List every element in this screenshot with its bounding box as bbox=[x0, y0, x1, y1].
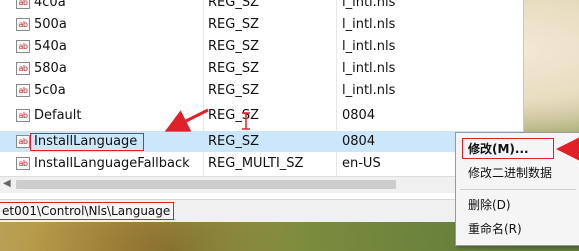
registry-value-row[interactable]: ab InstallLanguageFallback REG_MULTI_SZ e… bbox=[0, 153, 523, 174]
value-data: l_intl.nls bbox=[342, 17, 396, 32]
value-data: 0804 bbox=[342, 134, 376, 149]
value-type: REG_SZ bbox=[208, 108, 259, 123]
menu-item-delete[interactable]: 删除(D) bbox=[468, 195, 511, 215]
menu-item-modify-binary[interactable]: 修改二进制数据 bbox=[468, 163, 552, 183]
menu-separator bbox=[460, 189, 576, 190]
value-name: Default bbox=[34, 108, 82, 123]
value-name: 4c0a bbox=[34, 0, 66, 10]
registry-value-row[interactable]: ab 540a REG_SZ l_intl.nls bbox=[0, 36, 523, 57]
value-type: REG_SZ bbox=[208, 17, 259, 32]
horizontal-scrollbar[interactable]: ◀ bbox=[0, 176, 523, 193]
context-menu: 修改(M)... 修改二进制数据 删除(D) 重命名(R) bbox=[455, 132, 579, 246]
registry-value-row[interactable]: ab 4c0a REG_SZ l_intl.nls bbox=[0, 0, 523, 13]
string-value-icon: ab bbox=[16, 40, 30, 53]
registry-path: et001\Control\Nls\Language bbox=[0, 202, 175, 220]
value-name: InstallLanguageFallback bbox=[34, 156, 190, 171]
value-type: REG_SZ bbox=[208, 134, 259, 149]
string-value-icon: ab bbox=[16, 84, 30, 97]
value-data: 0804 bbox=[342, 108, 376, 123]
value-type: REG_SZ bbox=[208, 83, 259, 98]
registry-value-row[interactable]: ab 5c0a REG_SZ l_intl.nls bbox=[0, 80, 523, 101]
value-data: l_intl.nls bbox=[342, 83, 396, 98]
value-name: 580a bbox=[34, 61, 67, 76]
registry-value-row[interactable]: ab 580a REG_SZ l_intl.nls bbox=[0, 58, 523, 79]
value-data: l_intl.nls bbox=[342, 39, 396, 54]
status-bar: et001\Control\Nls\Language bbox=[0, 199, 523, 222]
value-type: REG_MULTI_SZ bbox=[208, 156, 304, 171]
value-type: REG_SZ bbox=[208, 39, 259, 54]
string-value-icon: ab bbox=[16, 0, 30, 9]
value-name: 540a bbox=[34, 39, 67, 54]
annotation-highlight-box bbox=[30, 133, 144, 151]
string-value-icon: ab bbox=[16, 62, 30, 75]
value-data: en-US bbox=[342, 156, 381, 171]
registry-value-row[interactable]: ab Default REG_SZ 0804 bbox=[0, 105, 523, 126]
string-value-icon: ab bbox=[16, 18, 30, 31]
registry-values-pane: ab 4c0a REG_SZ l_intl.nls ab 500a REG_SZ l… bbox=[0, 0, 524, 200]
value-name: 5c0a bbox=[34, 83, 66, 98]
value-type: REG_SZ bbox=[208, 0, 259, 10]
scrollbar-thumb[interactable] bbox=[16, 180, 396, 189]
string-value-icon: ab bbox=[16, 157, 30, 170]
menu-item-modify[interactable]: 修改(M)... bbox=[468, 139, 529, 159]
value-name: 500a bbox=[34, 17, 67, 32]
value-type: REG_SZ bbox=[208, 61, 259, 76]
menu-item-rename[interactable]: 重命名(R) bbox=[468, 219, 522, 239]
string-value-icon: ab bbox=[16, 135, 30, 148]
value-data: l_intl.nls bbox=[342, 0, 396, 10]
string-value-icon: ab bbox=[16, 109, 30, 122]
value-data: l_intl.nls bbox=[342, 61, 396, 76]
scroll-left-icon[interactable]: ◀ bbox=[3, 179, 13, 189]
registry-value-row[interactable]: ab 500a REG_SZ l_intl.nls bbox=[0, 14, 523, 35]
